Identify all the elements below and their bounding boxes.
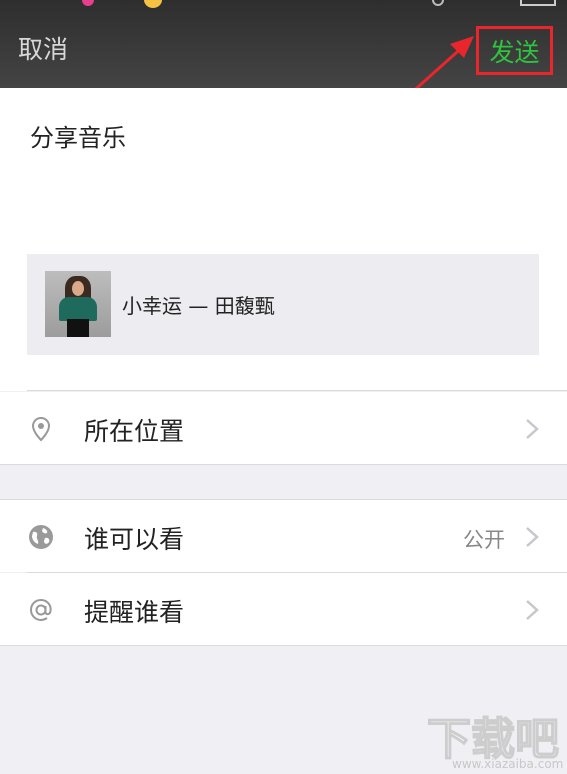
globe-icon	[29, 525, 53, 549]
alarm-icon	[432, 0, 444, 6]
divider	[27, 390, 567, 391]
album-cover	[45, 271, 111, 337]
battery-icon	[520, 0, 556, 6]
location-pin-icon	[31, 416, 51, 442]
send-button[interactable]: 发送	[476, 26, 553, 75]
watermark-url: www.xiazaiba.com	[452, 757, 564, 771]
divider	[0, 645, 567, 646]
music-share-card[interactable]: 小幸运 — 田馥甄	[27, 254, 539, 355]
chevron-right-icon	[526, 600, 539, 620]
remind-row[interactable]: 提醒谁看	[0, 573, 567, 645]
divider	[0, 464, 567, 465]
remind-label: 提醒谁看	[84, 598, 185, 627]
heart-icon	[82, 0, 94, 6]
post-text-input[interactable]: 分享音乐	[30, 118, 126, 153]
navigation-bar: 取消 发送	[0, 0, 567, 88]
emoji-icon	[144, 0, 162, 8]
chevron-right-icon	[526, 527, 539, 547]
chevron-right-icon	[526, 419, 539, 439]
visibility-label: 谁可以看	[84, 525, 185, 554]
compose-area: 分享音乐 小幸运 — 田馥甄	[0, 88, 567, 391]
location-row[interactable]: 所在位置	[0, 392, 567, 464]
music-title: 小幸运 — 田馥甄	[122, 294, 275, 318]
visibility-row[interactable]: 谁可以看 公开	[0, 500, 567, 572]
visibility-value: 公开	[463, 528, 505, 552]
status-bar	[0, 0, 567, 10]
cancel-button[interactable]: 取消	[18, 30, 68, 66]
send-button-label: 发送	[489, 37, 540, 67]
location-label: 所在位置	[84, 417, 185, 446]
at-sign-icon	[29, 598, 52, 622]
